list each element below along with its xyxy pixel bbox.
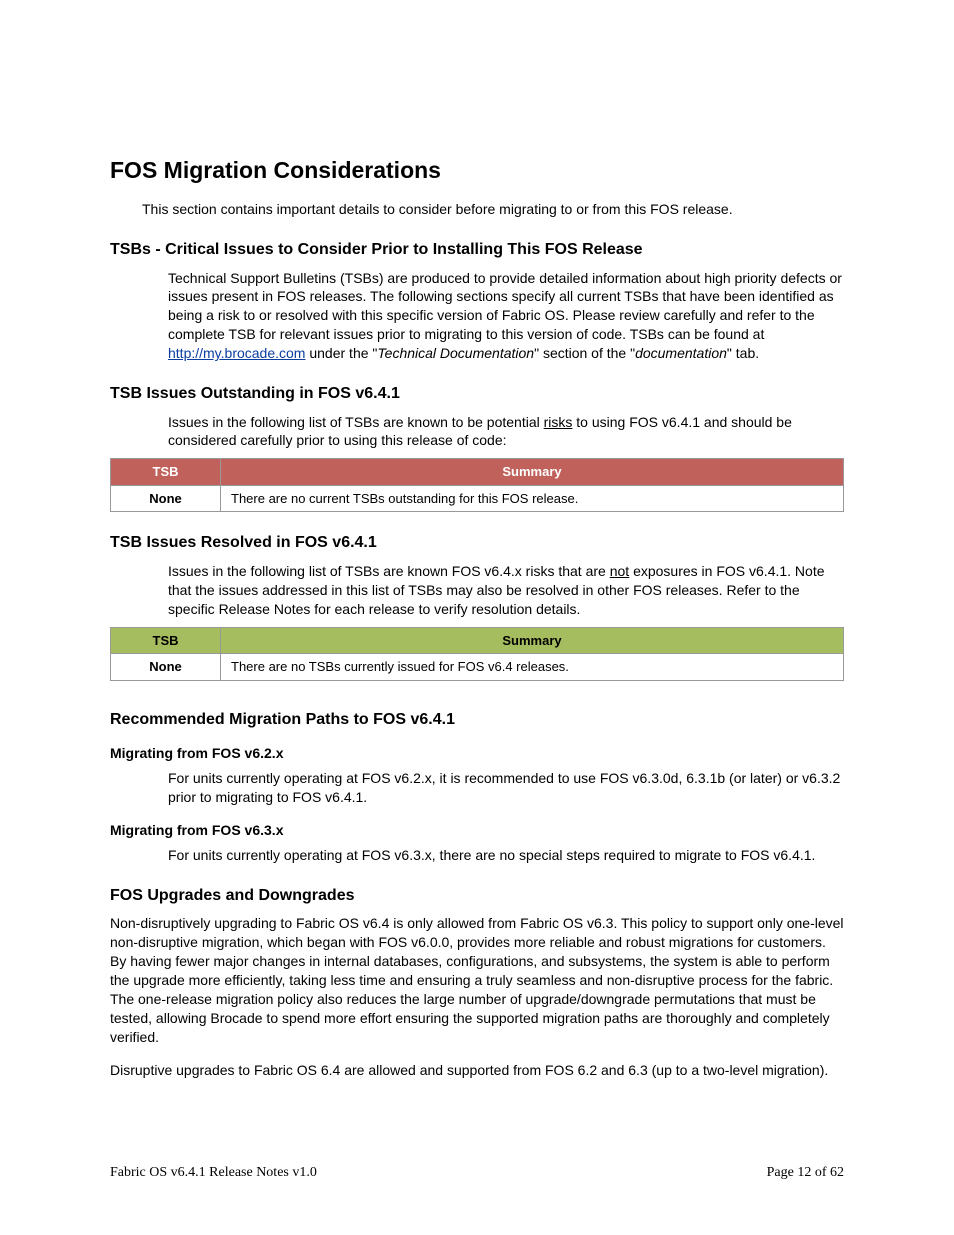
table-row: None There are no current TSBs outstandi… [111, 485, 844, 512]
tsbs-italic2: documentation [635, 345, 727, 361]
col-header-summary: Summary [221, 627, 844, 654]
page-footer: Fabric OS v6.4.1 Release Notes v1.0 Page… [110, 1164, 844, 1183]
tsbs-italic1: Technical Documentation [377, 345, 534, 361]
tsbs-text-post: " tab. [727, 345, 759, 361]
upgrades-p2: Disruptive upgrades to Fabric OS 6.4 are… [110, 1061, 844, 1080]
page-heading: FOS Migration Considerations [110, 155, 844, 186]
outstanding-risks: risks [544, 414, 573, 430]
paths-p1: For units currently operating at FOS v6.… [168, 769, 844, 807]
col-header-tsb: TSB [111, 627, 221, 654]
cell-tsb: None [111, 485, 221, 512]
footer-right: Page 12 of 62 [767, 1164, 844, 1183]
paths-heading: Recommended Migration Paths to FOS v6.4.… [110, 709, 844, 731]
resolved-paragraph: Issues in the following list of TSBs are… [168, 562, 844, 619]
paths-sub2: Migrating from FOS v6.3.x [110, 821, 844, 840]
upgrades-heading: FOS Upgrades and Downgrades [110, 885, 844, 907]
tsbs-text-mid2: " section of the " [534, 345, 635, 361]
table-header-row: TSB Summary [111, 459, 844, 486]
tsbs-text-pre: Technical Support Bulletins (TSBs) are p… [168, 270, 842, 343]
cell-tsb: None [111, 654, 221, 681]
table-header-row: TSB Summary [111, 627, 844, 654]
col-header-summary: Summary [221, 459, 844, 486]
brocade-link[interactable]: http://my.brocade.com [168, 345, 305, 361]
outstanding-heading: TSB Issues Outstanding in FOS v6.4.1 [110, 383, 844, 405]
resolved-not: not [610, 563, 629, 579]
resolved-table: TSB Summary None There are no TSBs curre… [110, 627, 844, 681]
intro-text: This section contains important details … [110, 200, 844, 219]
footer-left: Fabric OS v6.4.1 Release Notes v1.0 [110, 1164, 317, 1183]
outstanding-pre: Issues in the following list of TSBs are… [168, 414, 544, 430]
tsbs-text-mid: under the " [305, 345, 377, 361]
outstanding-table: TSB Summary None There are no current TS… [110, 458, 844, 512]
upgrades-p1: Non-disruptively upgrading to Fabric OS … [110, 914, 844, 1046]
tsbs-paragraph: Technical Support Bulletins (TSBs) are p… [168, 269, 844, 363]
resolved-heading: TSB Issues Resolved in FOS v6.4.1 [110, 532, 844, 554]
tsbs-heading: TSBs - Critical Issues to Consider Prior… [110, 239, 844, 261]
paths-p2: For units currently operating at FOS v6.… [168, 846, 844, 865]
outstanding-paragraph: Issues in the following list of TSBs are… [168, 413, 844, 451]
cell-summary: There are no TSBs currently issued for F… [221, 654, 844, 681]
resolved-pre: Issues in the following list of TSBs are… [168, 563, 610, 579]
table-row: None There are no TSBs currently issued … [111, 654, 844, 681]
col-header-tsb: TSB [111, 459, 221, 486]
paths-sub1: Migrating from FOS v6.2.x [110, 744, 844, 763]
cell-summary: There are no current TSBs outstanding fo… [221, 485, 844, 512]
